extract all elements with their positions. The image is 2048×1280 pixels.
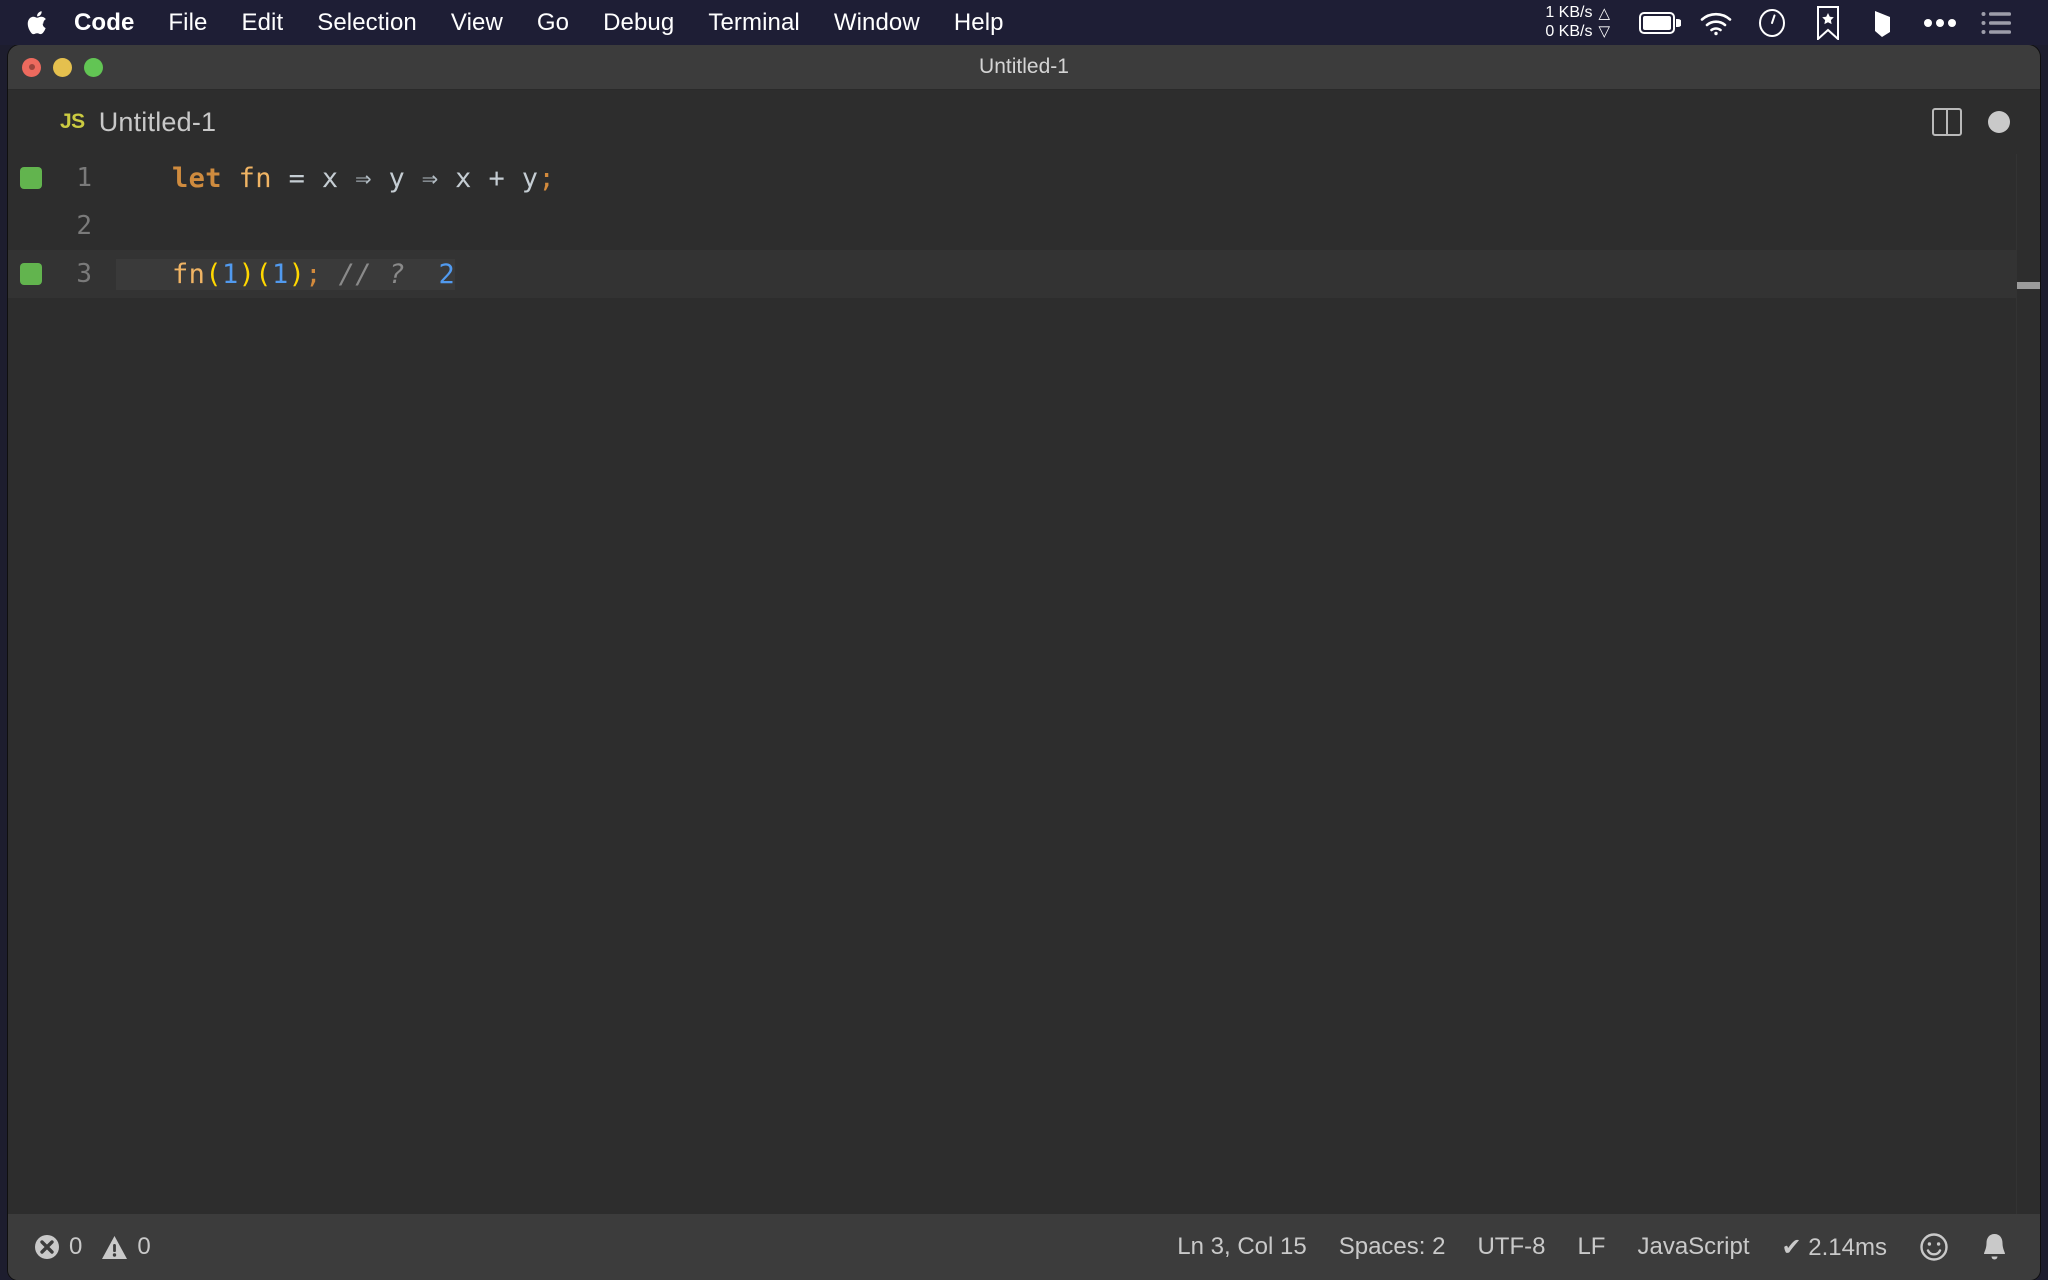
- line-number: 2: [8, 211, 116, 241]
- token-kw: let: [172, 163, 222, 194]
- token-plain: = x: [272, 163, 355, 194]
- status-line-endings[interactable]: LF: [1561, 1233, 1621, 1261]
- unsaved-changes-dot-icon[interactable]: [1988, 111, 2010, 133]
- token-arrow: ⇒: [422, 163, 439, 194]
- token-paren: ): [289, 259, 306, 290]
- menu-item-debug[interactable]: Debug: [586, 0, 691, 45]
- apple-logo-icon[interactable]: [26, 8, 52, 38]
- menu-item-file[interactable]: File: [151, 0, 224, 45]
- status-problems[interactable]: 0 0: [34, 1233, 167, 1261]
- status-indentation[interactable]: Spaces: 2: [1323, 1233, 1462, 1261]
- menu-item-selection[interactable]: Selection: [300, 0, 434, 45]
- token-result: 2: [439, 259, 456, 290]
- minimize-button[interactable]: [53, 58, 72, 77]
- execution-marker-icon[interactable]: [20, 167, 42, 189]
- token-plain: y: [372, 163, 422, 194]
- status-language-mode[interactable]: JavaScript: [1621, 1233, 1765, 1261]
- token-punct: ;: [538, 163, 555, 194]
- traffic-lights: [8, 58, 103, 77]
- tab-label: Untitled-1: [99, 107, 217, 138]
- status-encoding[interactable]: UTF-8: [1461, 1233, 1561, 1261]
- editor-tab-bar: JS Untitled-1: [8, 90, 2040, 154]
- status-run-time[interactable]: ✔ 2.14ms: [1766, 1233, 1903, 1262]
- token-punct: ;: [305, 259, 322, 290]
- window-title-bar: Untitled-1: [8, 45, 2040, 90]
- wifi-icon[interactable]: [1688, 0, 1744, 45]
- code-line-1[interactable]: 1let fn = x ⇒ y ⇒ x + y;: [8, 154, 2040, 202]
- bookmark-star-icon[interactable]: [1800, 0, 1856, 45]
- menu-item-go[interactable]: Go: [520, 0, 586, 45]
- maximize-button[interactable]: [84, 58, 103, 77]
- token-paren: (: [205, 259, 222, 290]
- network-upload-rate: 1 KB/s: [1545, 4, 1592, 23]
- network-speed-indicator[interactable]: 1 KB/s 0 KB/s △ ▽: [1545, 4, 1610, 42]
- split-editor-icon[interactable]: [1932, 108, 1962, 136]
- pen-tag-icon[interactable]: [1856, 0, 1912, 45]
- code-text[interactable]: let fn = x ⇒ y ⇒ x + y;: [116, 163, 555, 194]
- network-download-rate: 0 KB/s: [1545, 23, 1592, 42]
- token-fnname: fn: [239, 163, 272, 194]
- warning-triangle-icon: [101, 1235, 128, 1260]
- battery-icon[interactable]: [1632, 0, 1688, 45]
- token-num: 1: [272, 259, 289, 290]
- clock-icon[interactable]: [1744, 0, 1800, 45]
- token-num: 1: [222, 259, 239, 290]
- code-lines-container: 1let fn = x ⇒ y ⇒ x + y;23fn(1)(1); // ?…: [8, 154, 2040, 298]
- token-paren: ): [239, 259, 256, 290]
- warning-count: 0: [137, 1233, 150, 1261]
- ellipsis-icon[interactable]: [1912, 0, 1968, 45]
- menu-bar-status-tray: 1 KB/s 0 KB/s △ ▽: [1545, 0, 2030, 45]
- token-plain: [322, 259, 339, 290]
- notifications-bell-icon[interactable]: [1965, 1232, 2024, 1262]
- window-title: Untitled-1: [8, 55, 2040, 79]
- code-editor[interactable]: 1let fn = x ⇒ y ⇒ x + y;23fn(1)(1); // ?…: [8, 154, 2040, 1214]
- status-bar-right: Ln 3, Col 15 Spaces: 2 UTF-8 LF JavaScri…: [1161, 1232, 2024, 1262]
- close-dot: [29, 64, 35, 70]
- scrollbar-thumb[interactable]: [2017, 282, 2040, 289]
- feedback-smiley-icon[interactable]: [1903, 1232, 1965, 1262]
- code-line-3[interactable]: 3fn(1)(1); // ? 2: [8, 250, 2040, 298]
- menu-item-code[interactable]: Code: [74, 0, 151, 45]
- status-cursor-position[interactable]: Ln 3, Col 15: [1161, 1233, 1322, 1261]
- token-plain: [222, 163, 239, 194]
- tab-untitled-1[interactable]: JS Untitled-1: [8, 90, 242, 154]
- token-plain: [405, 259, 438, 290]
- editor-scrollbar[interactable]: [2016, 154, 2040, 1214]
- token-comment: // ?: [339, 259, 406, 290]
- token-paren: (: [255, 259, 272, 290]
- code-line-2[interactable]: 2: [8, 202, 2040, 250]
- status-bar: 0 0 Ln 3, Col 15 Spaces: 2 UTF-8 LF Java…: [8, 1214, 2040, 1280]
- token-fnname: fn: [172, 259, 205, 290]
- tab-bar-actions: [1932, 108, 2040, 136]
- menu-item-view[interactable]: View: [434, 0, 520, 45]
- token-arrow: ⇒: [355, 163, 372, 194]
- menu-item-help[interactable]: Help: [937, 0, 1021, 45]
- menu-item-edit[interactable]: Edit: [224, 0, 300, 45]
- code-text[interactable]: fn(1)(1); // ? 2: [116, 259, 455, 290]
- menu-item-terminal[interactable]: Terminal: [691, 0, 817, 45]
- javascript-file-icon: JS: [60, 110, 85, 134]
- error-count: 0: [69, 1233, 82, 1261]
- menu-item-window[interactable]: Window: [817, 0, 937, 45]
- macos-menu-bar: Code File Edit Selection View Go Debug T…: [0, 0, 2048, 45]
- upload-triangle-icon: △: [1598, 5, 1610, 23]
- error-circle-icon: [34, 1234, 60, 1260]
- execution-marker-icon[interactable]: [20, 263, 42, 285]
- download-triangle-icon: ▽: [1598, 23, 1610, 41]
- vscode-window: Untitled-1 JS Untitled-1 1let fn = x ⇒ y…: [8, 45, 2040, 1280]
- close-button[interactable]: [22, 58, 41, 77]
- token-plain: x + y: [439, 163, 539, 194]
- status-bar-left: 0 0: [34, 1233, 167, 1261]
- list-menu-icon[interactable]: [1968, 0, 2024, 45]
